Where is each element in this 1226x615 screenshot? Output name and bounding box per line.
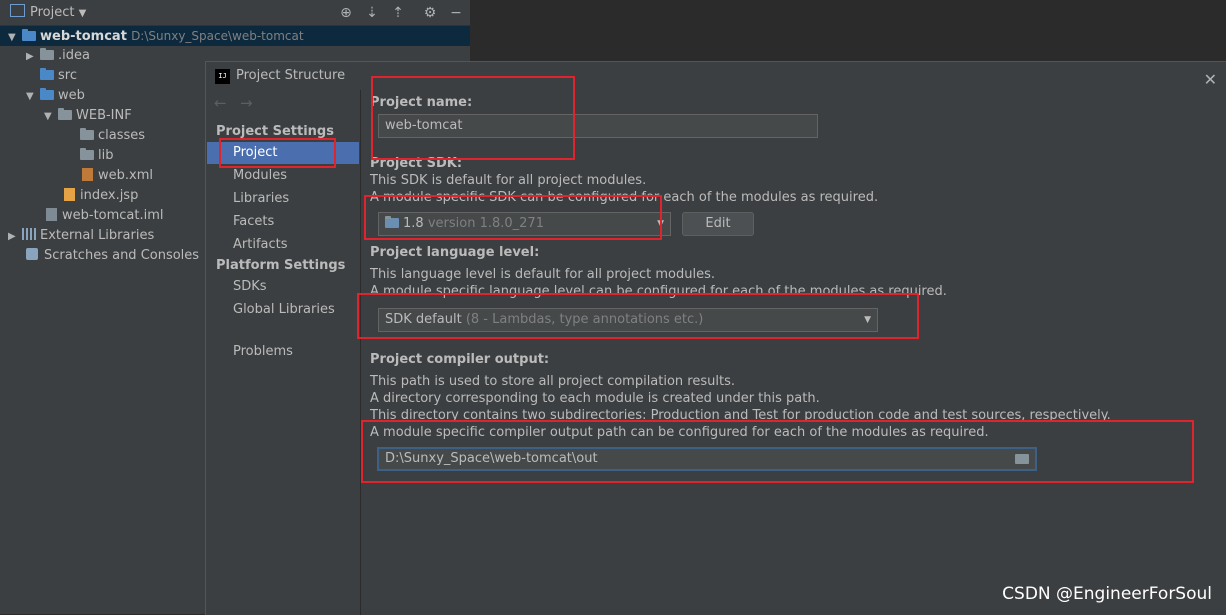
watermark: CSDN @EngineerForSoul [1002,584,1212,604]
hide-icon[interactable]: − [447,4,465,22]
intellij-logo-icon: IJ [215,69,230,84]
tree-item-external-libraries[interactable]: ▶ External Libraries [8,226,154,246]
compiler-output-label: Project compiler output: [370,352,550,367]
folder-icon [40,48,54,60]
sdk-description-2: A module specific SDK can be configured … [370,190,879,205]
language-level-label: Project language level: [370,245,540,260]
project-sdk-label: Project SDK: [370,156,463,171]
language-level-select[interactable]: SDK default (8 - Lambdas, type annotatio… [378,308,878,332]
output-description-2: A directory corresponding to each module… [370,391,820,406]
tree-item-label: .idea [58,48,90,63]
tree-item-path: D:\Sunxy_Space\web-tomcat [131,29,304,43]
nav-item-artifacts[interactable]: Artifacts [207,234,359,256]
dialog-title-bar: IJ Project Structure ✕ [206,62,1226,90]
tree-item-lib[interactable]: lib [80,146,113,166]
tree-item-label: WEB-INF [76,108,132,123]
chevron-down-icon: ▼ [8,32,16,43]
folder-open-icon[interactable] [1015,454,1029,464]
project-panel-header: Project ▼ ⊕ ⇣ ⇡ ⚙ − [0,0,470,26]
project-panel-title: Project [30,5,75,20]
output-description-3: This directory contains two subdirectori… [370,408,1111,423]
sdk-version: version 1.8.0_271 [427,216,544,231]
language-description-1: This language level is default for all p… [370,267,715,282]
tree-item-label: classes [98,128,146,143]
tree-item-idea[interactable]: ▶ .idea [26,46,90,66]
output-description-1: This path is used to store all project c… [370,374,735,389]
language-level-hint: (8 - Lambdas, type annotations etc.) [465,312,704,327]
chevron-down-icon: ▼ [78,8,87,19]
web-folder-icon [40,88,54,100]
nav-item-libraries[interactable]: Libraries [207,188,359,210]
tree-item-iml[interactable]: web-tomcat.iml [46,206,164,226]
nav-item-global-libraries[interactable]: Global Libraries [207,299,359,321]
nav-item-facets[interactable]: Facets [207,211,359,233]
project-name-input[interactable]: web-tomcat [378,114,818,138]
chevron-down-icon: ▼ [26,91,34,102]
tree-item-label: Scratches and Consoles [44,248,200,263]
tree-item-web-tomcat[interactable]: ▼ web-tomcat D:\Sunxy_Space\web-tomcat [0,26,470,46]
nav-item-project[interactable]: Project [207,142,359,164]
tree-item-label: web-tomcat.iml [62,208,164,223]
chevron-down-icon: ▼ [657,219,664,229]
gear-icon[interactable]: ⚙ [421,4,439,22]
nav-item-problems[interactable]: Problems [207,341,359,363]
chevron-down-icon: ▼ [864,315,871,325]
tree-item-web-xml[interactable]: web.xml [82,166,153,186]
language-description-2: A module specific language level can be … [370,284,947,299]
compiler-output-value: D:\Sunxy_Space\web-tomcat\out [385,451,598,466]
tree-item-label: web.xml [98,168,153,183]
project-name-label: Project name: [370,95,473,110]
project-view-icon [10,4,25,17]
tree-item-label: index.jsp [80,188,139,203]
back-arrow-icon[interactable]: ← [214,94,227,112]
folder-icon [80,128,94,140]
tree-item-scratches[interactable]: Scratches and Consoles [26,246,199,266]
chevron-right-icon: ▶ [8,231,16,242]
module-folder-icon [22,29,36,41]
project-settings-panel: Project name: web-tomcat Project SDK: Th… [361,90,1226,615]
tree-item-index-jsp[interactable]: index.jsp [64,186,138,206]
edit-sdk-button[interactable]: Edit [682,212,754,236]
nav-header-platform-settings: Platform Settings [216,258,346,273]
output-description-4: A module specific compiler output path c… [370,425,989,440]
sdk-description-1: This SDK is default for all project modu… [370,173,647,188]
xml-file-icon [82,168,93,181]
scratches-icon [26,248,38,260]
tree-item-label: lib [98,148,114,163]
project-structure-dialog: IJ Project Structure ✕ ← → Project Setti… [205,61,1226,615]
locate-icon[interactable]: ⊕ [337,4,355,22]
sdk-value: 1.8 [403,216,424,231]
tree-item-web[interactable]: ▼ web [26,86,85,106]
language-level-value: SDK default [385,312,462,327]
project-sdk-select[interactable]: 1.8 version 1.8.0_271 ▼ [378,212,671,236]
source-folder-icon [40,68,54,80]
project-view-selector[interactable]: Project ▼ [10,0,86,25]
nav-item-sdks[interactable]: SDKs [207,276,359,298]
nav-item-modules[interactable]: Modules [207,165,359,187]
tree-item-label: External Libraries [40,228,155,243]
nav-header-project-settings: Project Settings [216,124,334,139]
expand-all-icon[interactable]: ⇣ [363,4,381,22]
tree-item-label: src [58,68,77,83]
folder-icon [58,108,72,120]
tree-item-src[interactable]: src [40,66,77,86]
module-file-icon [46,208,57,221]
sdk-folder-icon [385,216,399,228]
tree-item-label: web [58,88,85,103]
chevron-down-icon: ▼ [44,111,52,122]
forward-arrow-icon[interactable]: → [240,94,253,112]
tree-item-classes[interactable]: classes [80,126,145,146]
settings-nav: ← → Project Settings Project Modules Lib… [206,90,361,615]
jsp-file-icon [64,188,75,201]
collapse-all-icon[interactable]: ⇡ [389,4,407,22]
library-icon [22,228,36,240]
chevron-right-icon: ▶ [26,51,34,62]
dialog-title: Project Structure [236,68,346,83]
folder-icon [80,148,94,160]
tree-item-web-inf[interactable]: ▼ WEB-INF [44,106,132,126]
tree-item-label: web-tomcat [40,29,127,44]
compiler-output-input[interactable]: D:\Sunxy_Space\web-tomcat\out [377,447,1037,471]
